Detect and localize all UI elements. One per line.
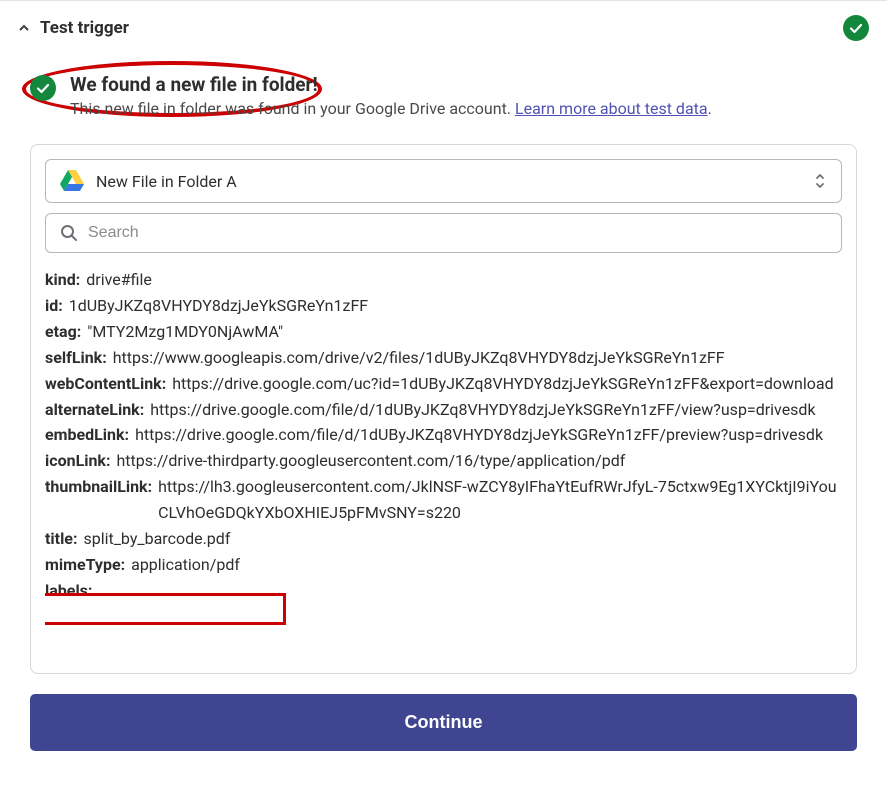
learn-more-link[interactable]: Learn more about test data (515, 99, 708, 118)
data-row: iconLink:https://drive-thirdparty.google… (45, 448, 842, 474)
data-row: alternateLink:https://drive.google.com/f… (45, 397, 842, 423)
data-key: etag: (45, 319, 81, 345)
result-suffix: . (708, 99, 712, 118)
data-value: "MTY2Mzg1MDY0NjAwMA" (87, 319, 842, 345)
google-drive-icon (60, 170, 84, 192)
data-value: split_by_barcode.pdf (83, 526, 842, 552)
data-value: drive#file (86, 267, 842, 293)
data-row: etag:"MTY2Mzg1MDY0NjAwMA" (45, 319, 842, 345)
result-subtitle-text: This new file in folder was found in you… (70, 99, 515, 118)
data-row: selfLink:https://www.googleapis.com/driv… (45, 345, 842, 371)
data-row: webContentLink:https://drive.google.com/… (45, 371, 842, 397)
data-row: thumbnailLink:https://lh3.googleusercont… (45, 474, 842, 526)
updown-icon (813, 172, 827, 190)
data-row: labels: (45, 578, 842, 604)
data-key: labels: (45, 578, 92, 604)
data-view[interactable]: kind:drive#fileid:1dUByJKZq8VHYDY8dzjJeY… (45, 267, 842, 659)
continue-button[interactable]: Continue (30, 694, 857, 751)
record-select[interactable]: New File in Folder A (45, 159, 842, 203)
record-select-label: New File in Folder A (96, 172, 801, 191)
result-subtitle: This new file in folder was found in you… (70, 99, 712, 118)
data-value: https://drive.google.com/uc?id=1dUByJKZq… (172, 371, 842, 397)
data-value: https://lh3.googleusercontent.com/JklNSF… (158, 474, 842, 526)
data-key: webContentLink: (45, 371, 166, 397)
data-value: 1dUByJKZq8VHYDY8dzjJeYkSGReYn1zFF (69, 293, 842, 319)
data-value: https://drive.google.com/file/d/1dUByJKZ… (135, 422, 842, 448)
result-section: We found a new file in folder! This new … (0, 53, 887, 118)
data-key: iconLink: (45, 448, 110, 474)
data-key: alternateLink: (45, 397, 144, 423)
data-panel: New File in Folder A kind:drive#fileid:1… (30, 144, 857, 674)
data-key: id: (45, 293, 63, 319)
section-title: Test trigger (40, 18, 129, 38)
data-key: selfLink: (45, 345, 107, 371)
section-header: Test trigger (0, 0, 887, 53)
data-value: application/pdf (131, 552, 842, 578)
chevron-collapse-icon[interactable] (18, 22, 30, 34)
search-input[interactable] (88, 224, 827, 242)
data-value: https://www.googleapis.com/drive/v2/file… (113, 345, 842, 371)
data-key: embedLink: (45, 422, 129, 448)
data-key: mimeType: (45, 552, 125, 578)
data-row: mimeType:application/pdf (45, 552, 842, 578)
data-value: https://drive.google.com/file/d/1dUByJKZ… (150, 397, 842, 423)
status-success-icon (843, 15, 869, 41)
data-row: title:split_by_barcode.pdf (45, 526, 842, 552)
result-title: We found a new file in folder! (70, 73, 712, 96)
data-row: embedLink:https://drive.google.com/file/… (45, 422, 842, 448)
search-icon (60, 224, 78, 242)
data-key: kind: (45, 267, 80, 293)
data-row: kind:drive#file (45, 267, 842, 293)
header-left: Test trigger (18, 18, 129, 38)
data-row: id: 1dUByJKZq8VHYDY8dzjJeYkSGReYn1zFF (45, 293, 842, 319)
data-key: thumbnailLink: (45, 474, 152, 500)
data-value: https://drive-thirdparty.googleuserconte… (116, 448, 842, 474)
result-success-icon (30, 75, 56, 101)
search-box[interactable] (45, 213, 842, 253)
data-key: title: (45, 526, 77, 552)
